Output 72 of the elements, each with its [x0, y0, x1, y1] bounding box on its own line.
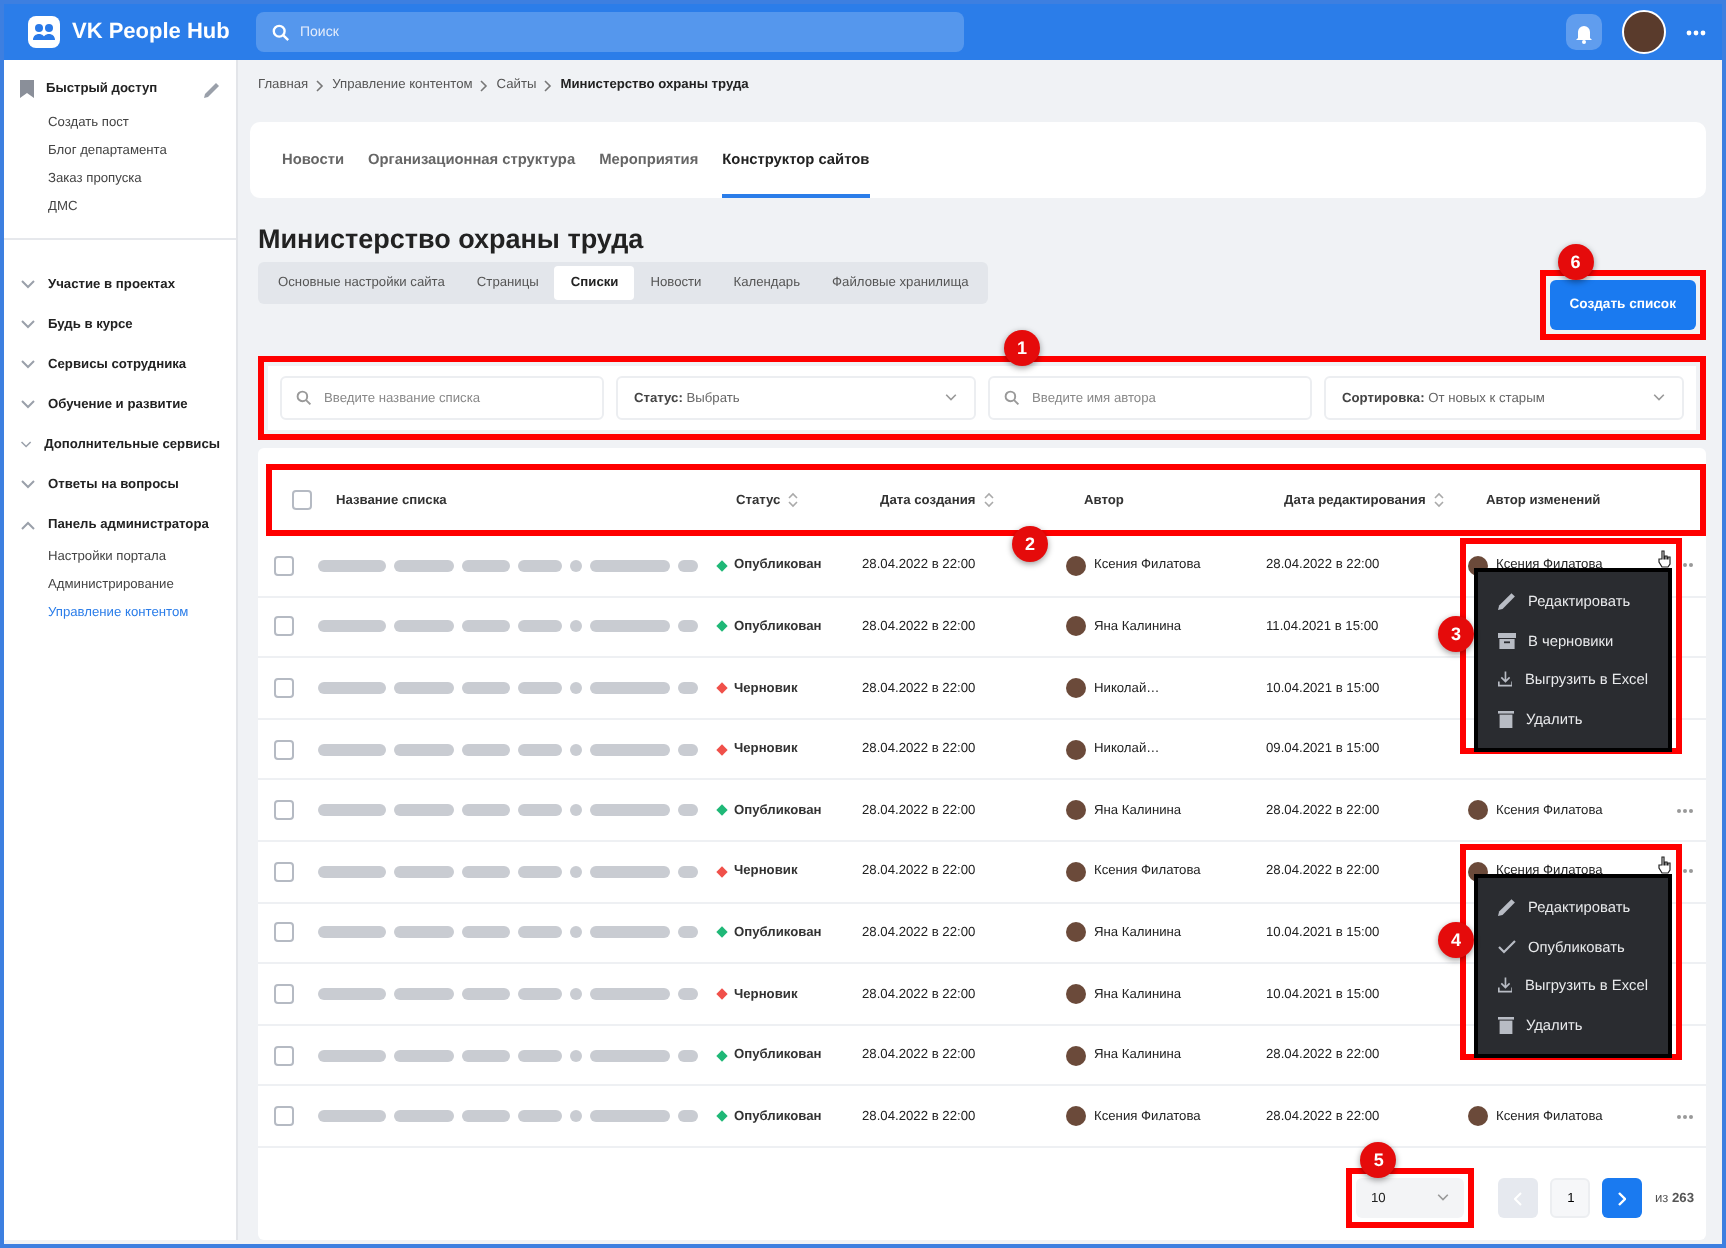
hand-cursor-icon	[1658, 855, 1672, 874]
callout-number: 5	[1360, 1142, 1397, 1178]
avatar	[1468, 1106, 1488, 1127]
checkbox[interactable]	[274, 1045, 294, 1066]
checkbox[interactable]	[274, 678, 294, 699]
hand-cursor-icon	[1658, 549, 1672, 568]
search-icon	[272, 23, 290, 41]
more-icon[interactable]	[1686, 29, 1706, 35]
avatar	[1066, 678, 1086, 699]
chevron-down-icon	[944, 394, 958, 403]
trash-icon	[1498, 709, 1514, 728]
people-icon	[28, 16, 60, 48]
chevron-right-icon	[1618, 1191, 1627, 1205]
download-icon	[1498, 670, 1513, 689]
chevron-down-icon	[20, 359, 36, 369]
sort-icon[interactable]	[983, 492, 994, 509]
avatar[interactable]	[1622, 10, 1666, 54]
download-icon	[1498, 976, 1513, 995]
avatar	[1066, 739, 1086, 760]
page-title: Министерство охраны труда	[258, 224, 646, 255]
callout-number: 1	[1004, 330, 1040, 367]
chevron-down-icon	[1652, 394, 1666, 403]
avatar	[1066, 800, 1086, 821]
app-title: VK People Hub	[72, 20, 230, 44]
checkbox[interactable]	[292, 490, 312, 511]
checkbox[interactable]	[274, 922, 294, 943]
chevron-down-icon	[20, 279, 36, 289]
chevron-left-icon	[1514, 1191, 1523, 1205]
search-icon	[1004, 390, 1020, 407]
chevron-right-icon	[480, 79, 489, 92]
checkbox[interactable]	[274, 739, 294, 760]
chevron-down-icon	[1436, 1194, 1451, 1202]
checkbox[interactable]	[274, 800, 294, 821]
search-icon	[296, 390, 312, 407]
trash-icon	[1498, 1015, 1514, 1034]
avatar	[1066, 616, 1086, 637]
chevron-down-icon	[20, 479, 36, 489]
chevron-right-icon	[316, 79, 325, 92]
checkmark-icon	[1498, 939, 1516, 954]
more-icon[interactable]	[1676, 807, 1694, 814]
callout-number: 2	[1012, 526, 1048, 563]
chevron-down-icon	[20, 319, 36, 329]
more-icon[interactable]	[1676, 1113, 1694, 1120]
chevron-down-icon	[20, 439, 33, 449]
next-page-button[interactable]	[1602, 1178, 1643, 1218]
avatar	[1066, 861, 1086, 882]
checkbox[interactable]	[274, 1106, 294, 1127]
callout-number: 4	[1438, 921, 1474, 958]
avatar	[1468, 800, 1488, 821]
archive-box-icon	[1498, 631, 1516, 650]
callout-number: 3	[1438, 615, 1474, 652]
chevron-up-icon	[20, 519, 36, 529]
avatar	[1066, 984, 1086, 1005]
callout-number: 6	[1557, 244, 1594, 281]
pencil-icon	[1498, 898, 1516, 917]
bell-icon	[1574, 21, 1594, 43]
checkbox[interactable]	[274, 861, 294, 882]
avatar	[1066, 1045, 1086, 1066]
checkbox[interactable]	[274, 555, 294, 576]
sort-icon[interactable]	[1433, 492, 1444, 509]
pencil-icon[interactable]	[204, 81, 220, 97]
pencil-icon	[1498, 592, 1516, 611]
chevron-right-icon	[544, 79, 553, 92]
avatar	[1066, 1106, 1086, 1127]
checkbox[interactable]	[274, 616, 294, 637]
avatar	[1066, 922, 1086, 943]
sort-icon[interactable]	[788, 492, 799, 509]
notifications-button[interactable]	[1566, 14, 1602, 50]
avatar	[1066, 555, 1086, 576]
bookmark-icon	[20, 80, 34, 98]
checkbox[interactable]	[274, 984, 294, 1005]
chevron-down-icon	[20, 399, 36, 409]
